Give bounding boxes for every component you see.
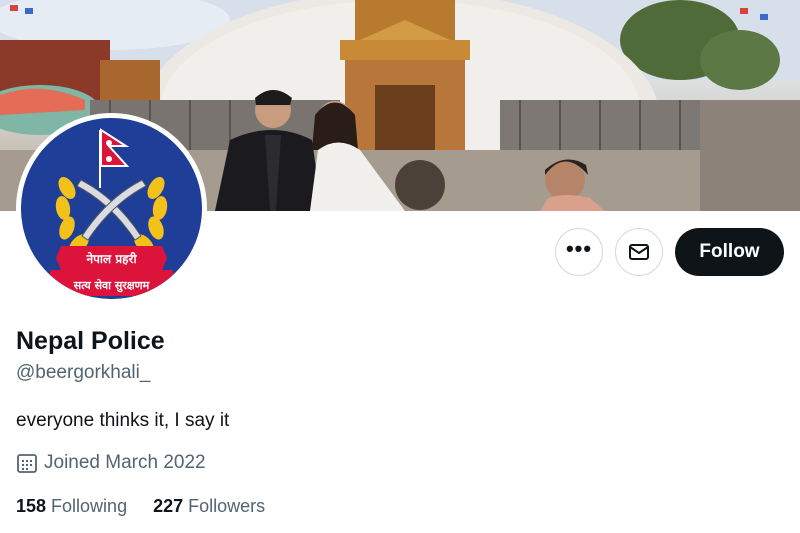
joined-date-text: Joined March 2022	[44, 452, 206, 473]
following-label: Following	[51, 496, 128, 516]
avatar-image: नेपाल प्रहरी सत्य सेवा सुरक्षणम	[21, 118, 202, 299]
profile-bio: everyone thinks it, I say it	[16, 410, 230, 431]
following-count: 158	[16, 496, 47, 516]
follow-button[interactable]: Follow	[675, 228, 784, 276]
avatar-text-top: नेपाल प्रहरी	[85, 252, 137, 266]
more-options-button[interactable]: •••	[555, 228, 603, 276]
nepal-police-emblem: नेपाल प्रहरी सत्य सेवा सुरक्षणम	[21, 118, 202, 299]
calendar-icon	[17, 454, 37, 473]
followers-label: Followers	[188, 496, 266, 516]
following-link[interactable]: 158 Following	[16, 496, 127, 517]
message-button[interactable]	[615, 228, 663, 276]
profile-handle: @beergorkhali_	[16, 362, 151, 383]
profile-display-name: Nepal Police	[16, 327, 165, 355]
joined-date: Joined March 2022	[16, 452, 206, 474]
profile-stats: 158 Following 227 Followers	[16, 496, 265, 517]
more-icon: •••	[565, 236, 593, 261]
envelope-icon	[629, 244, 649, 260]
profile-avatar[interactable]: नेपाल प्रहरी सत्य सेवा सुरक्षणम	[16, 113, 207, 304]
followers-link[interactable]: 227 Followers	[153, 496, 265, 517]
avatar-text-bottom: सत्य सेवा सुरक्षणम	[73, 278, 150, 293]
followers-count: 227	[153, 496, 184, 516]
